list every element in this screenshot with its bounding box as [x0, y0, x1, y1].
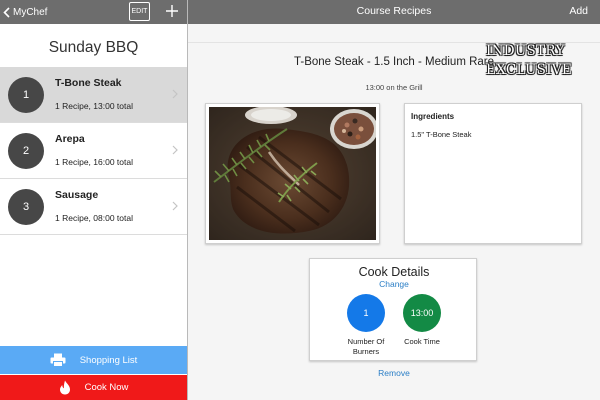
burners-label: Number Of Burners: [336, 337, 396, 357]
cook-details-heading: Cook Details: [358, 265, 430, 279]
plus-icon: [166, 5, 178, 17]
recipe-detail-panel: INDUSTRY EXCLUSIVE T-Bone Steak - 1.5 In…: [188, 24, 600, 400]
meal-title: Sunday BBQ: [48, 39, 139, 56]
shopping-list-label: Shopping List: [79, 354, 138, 366]
cook-now-label: Cook Now: [84, 382, 129, 393]
course-name: Arepa: [55, 133, 85, 145]
back-button[interactable]: MyChef: [3, 4, 47, 20]
course-row[interactable]: 2 Arepa 1 Recipe, 16:00 total: [0, 123, 187, 179]
burners-label-line-1: Number Of: [347, 337, 385, 346]
recipe-title: T-Bone Steak - 1.5 Inch - Medium Rare: [293, 56, 495, 68]
sidebar-nav-bar: MyChef EDIT: [0, 0, 187, 24]
recipe-photo-card[interactable]: [205, 103, 380, 244]
chevron-right-icon: [172, 145, 178, 155]
burners-label-line-2: Burners: [352, 347, 380, 356]
course-row[interactable]: 1 T-Bone Steak 1 Recipe, 13:00 total: [0, 67, 187, 123]
chevron-right-icon: [172, 201, 178, 211]
cook-now-button[interactable]: Cook Now: [0, 375, 187, 400]
ingredient-item: 1.5" T-Bone Steak: [411, 130, 472, 139]
add-course-button[interactable]: [164, 2, 180, 20]
printer-icon: [50, 353, 66, 367]
course-summary: 1 Recipe, 13:00 total: [55, 101, 133, 111]
sidebar: Sunday BBQ 1 T-Bone Steak 1 Recipe, 13:0…: [0, 24, 187, 400]
chevron-left-icon: [3, 6, 10, 18]
course-name: Sausage: [55, 189, 99, 201]
cook-time-label: Cook Time: [404, 337, 440, 346]
course-summary: 1 Recipe, 08:00 total: [55, 213, 133, 223]
cook-time-circle[interactable]: 13:00: [403, 294, 441, 332]
steak-photo: [209, 107, 376, 240]
back-label: MyChef: [13, 6, 48, 18]
course-row[interactable]: 3 Sausage 1 Recipe, 08:00 total: [0, 179, 187, 235]
change-link[interactable]: Change: [310, 279, 478, 289]
ingredients-card[interactable]: Ingredients 1.5" T-Bone Steak: [404, 103, 582, 244]
course-number-badge: 2: [8, 133, 44, 169]
course-summary: 1 Recipe, 16:00 total: [55, 157, 133, 167]
shopping-list-button[interactable]: Shopping List: [0, 346, 187, 374]
burners-count-circle[interactable]: 1: [347, 294, 385, 332]
add-recipe-button[interactable]: Add: [569, 5, 588, 17]
cook-details-card: Cook Details Change 1 13:00 Number Of Bu…: [309, 258, 477, 361]
flame-icon: [59, 380, 71, 395]
ingredients-heading: Ingredients: [411, 112, 455, 121]
main-nav-bar: Course Recipes Add: [188, 0, 600, 24]
recipe-time-note: 13:00 on the Grill: [365, 83, 423, 92]
edit-button[interactable]: EDIT: [129, 2, 150, 21]
page-title: Course Recipes: [356, 5, 432, 17]
course-name: T-Bone Steak: [55, 77, 122, 89]
remove-link[interactable]: Remove: [188, 368, 600, 378]
course-number-badge: 3: [8, 189, 44, 225]
course-number-badge: 1: [8, 77, 44, 113]
chevron-right-icon: [172, 89, 178, 99]
